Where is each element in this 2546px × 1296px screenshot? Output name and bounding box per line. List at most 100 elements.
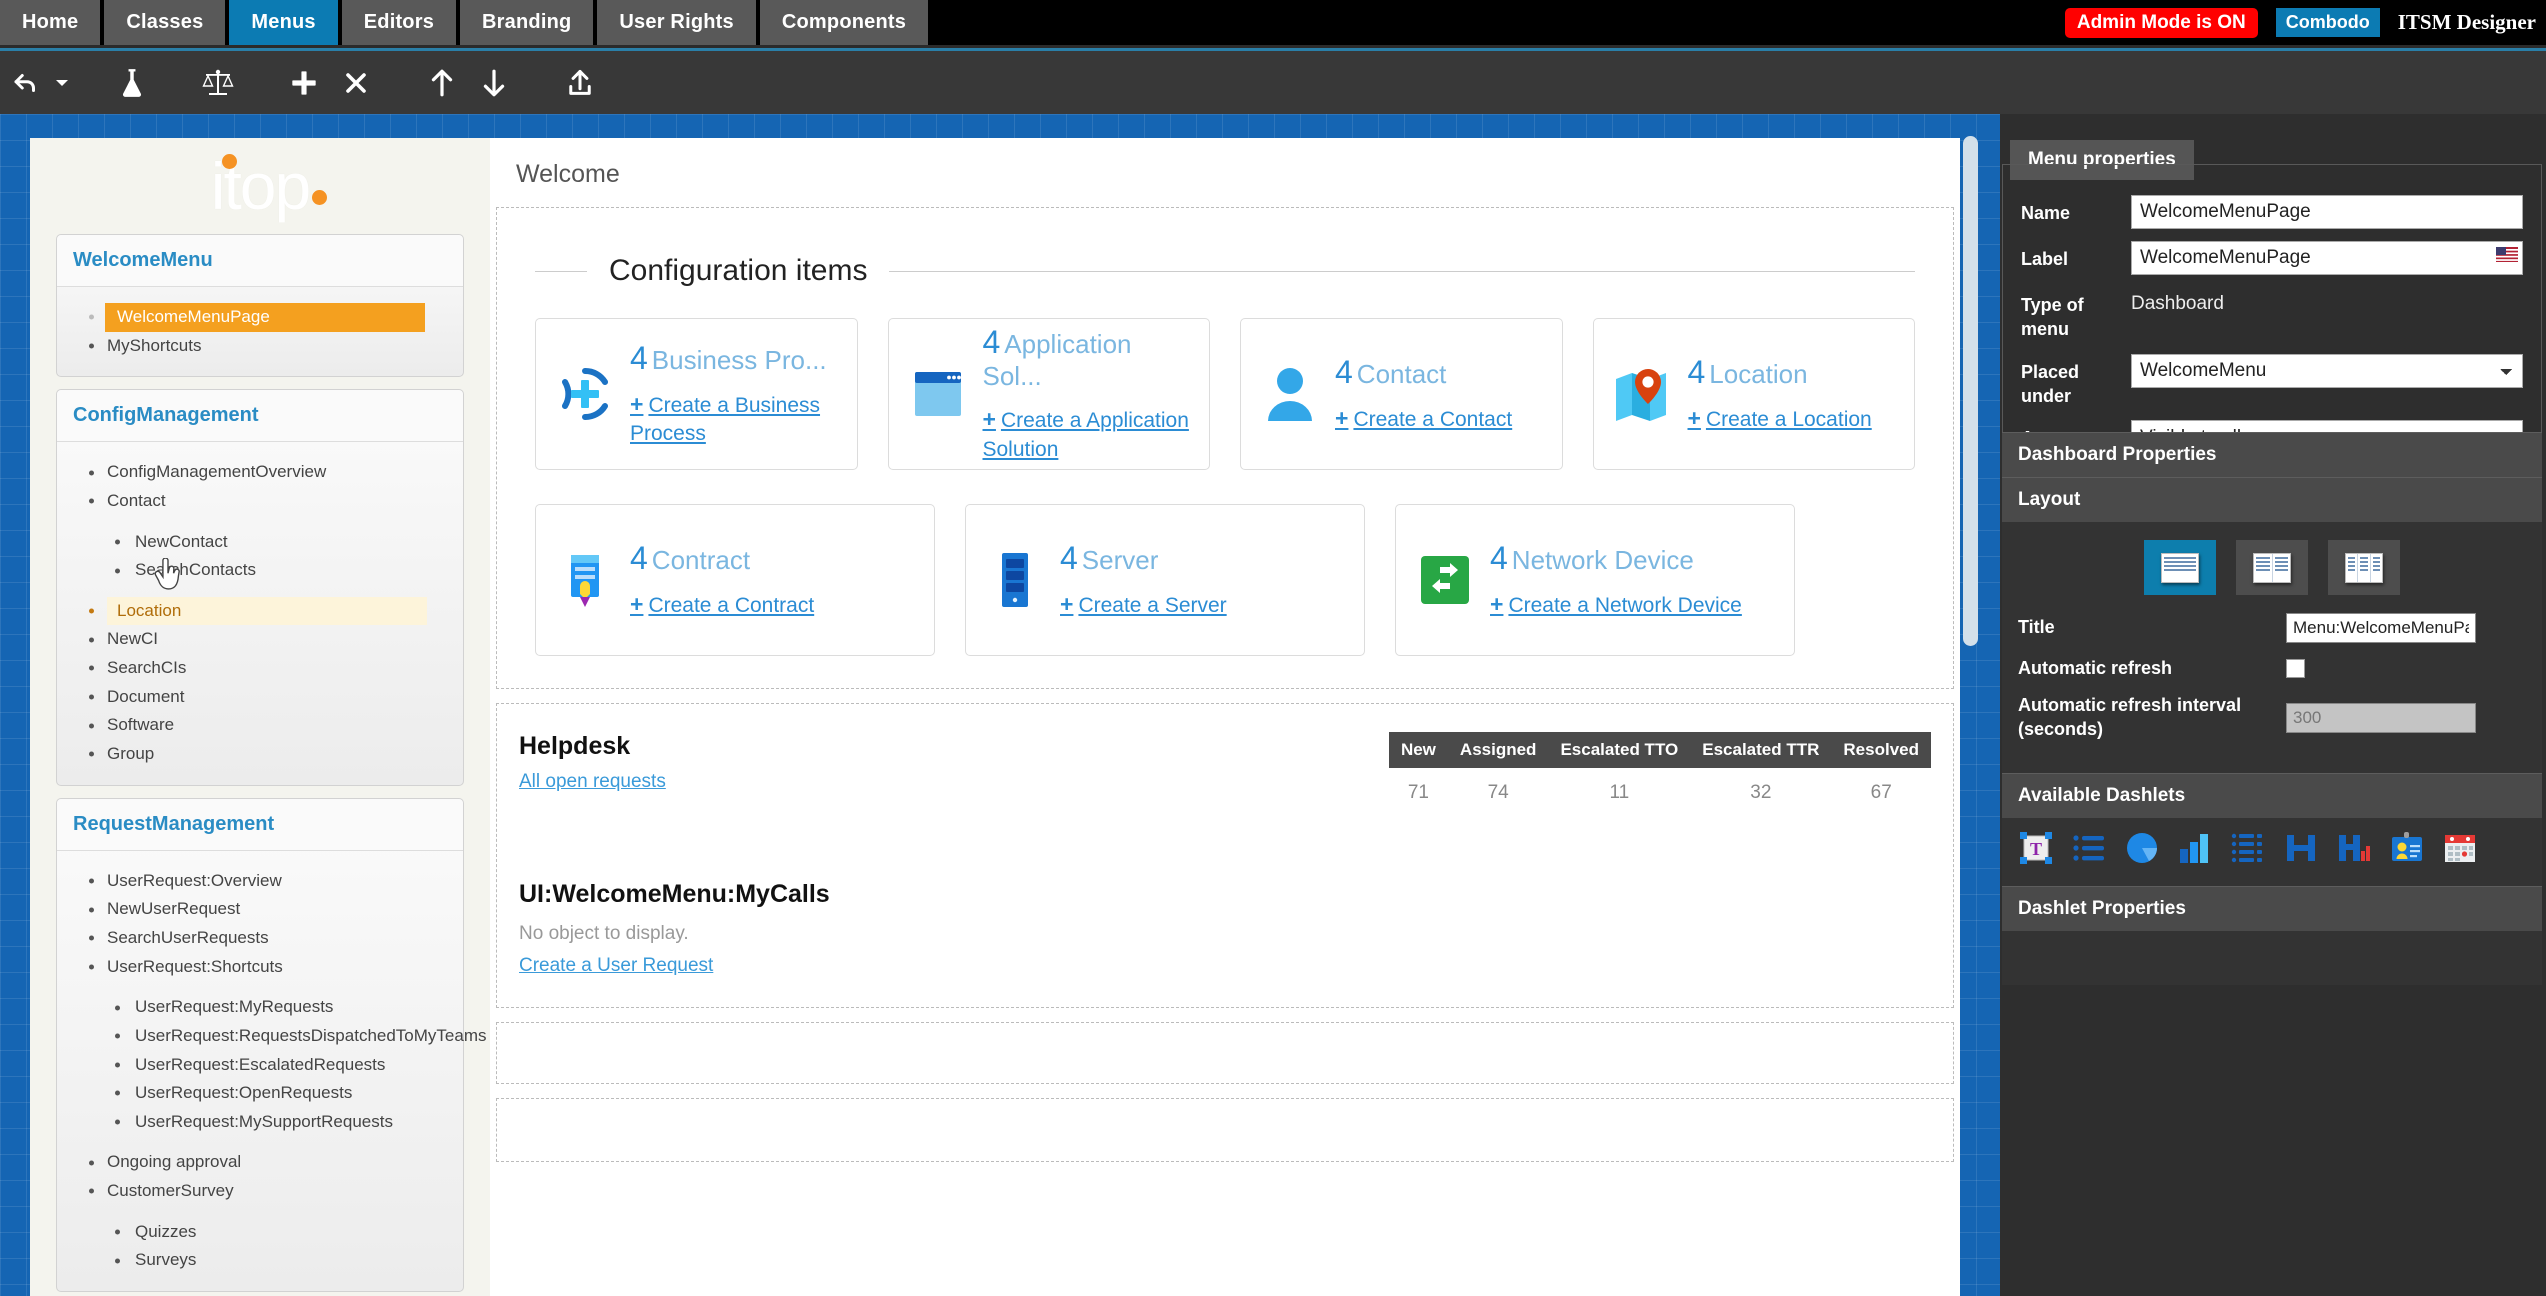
ci-card[interactable]: 4 Business Pro... + Create a Business Proce… — [535, 318, 858, 470]
menu-item-quizzes[interactable]: Quizzes — [57, 1218, 463, 1247]
ci-card[interactable]: 4 Contact + Create a Contact — [1240, 318, 1563, 470]
dashlet-pie-chart-icon[interactable] — [2124, 830, 2160, 866]
menu-group-title[interactable]: WelcomeMenu — [57, 235, 463, 287]
chevron-down-icon[interactable] — [52, 57, 72, 109]
arrow-up-icon[interactable] — [416, 57, 468, 109]
upload-icon[interactable] — [554, 57, 606, 109]
ci-create-link[interactable]: + Create a Server — [1060, 589, 1227, 620]
menu-item-document[interactable]: Document — [57, 683, 463, 712]
nav-tab-editors[interactable]: Editors — [341, 0, 457, 45]
dashlet-header-icon[interactable] — [2283, 830, 2319, 866]
table-cell[interactable]: 11 — [1548, 768, 1690, 818]
scrollbar-thumb[interactable] — [1963, 136, 1978, 646]
ci-create-link[interactable]: + Create a Contract — [630, 589, 814, 620]
table-header-row: New Assigned Escalated TTO Escalated TTR Res… — [1388, 732, 1931, 768]
menu-item-userrequest-myrequests[interactable]: UserRequest:MyRequests — [57, 993, 463, 1022]
all-open-requests-link[interactable]: All open requests — [519, 771, 666, 793]
table-cell[interactable]: 71 — [1389, 768, 1448, 818]
menu-item-software[interactable]: Software — [57, 711, 463, 740]
menu-item-location[interactable]: Location — [107, 596, 427, 626]
menu-item-searchcis[interactable]: SearchCIs — [57, 654, 463, 683]
table-header-cell[interactable]: Escalated TTO — [1548, 732, 1691, 768]
menu-group-title[interactable]: RequestManagement — [57, 798, 463, 851]
placed-under-select[interactable]: WelcomeMenu — [2131, 353, 2523, 388]
menu-item-newuserrequest[interactable]: NewUserRequest — [57, 895, 463, 924]
menu-item-newci[interactable]: NewCI — [57, 625, 463, 654]
table-header-cell[interactable]: Resolved — [1831, 732, 1931, 768]
dashlet-text-icon[interactable]: T — [2018, 830, 2054, 866]
ci-card[interactable]: 4 Server + Create a Server — [965, 504, 1365, 656]
dashlet-calendar-icon[interactable] — [2442, 830, 2478, 866]
scales-icon[interactable] — [192, 57, 244, 109]
table-header-cell[interactable]: Escalated TTR — [1690, 732, 1832, 768]
menu-item-userrequest-requestsdispatchedtomyteams[interactable]: UserRequest:RequestsDispatchedToMyTeams — [57, 1022, 487, 1051]
nav-tab-components[interactable]: Components — [759, 0, 929, 45]
nav-tab-classes[interactable]: Classes — [104, 0, 226, 45]
menu-item-searchcontacts[interactable]: SearchContacts — [57, 556, 463, 585]
menu-item-userrequest-escalatedrequests[interactable]: UserRequest:EscalatedRequests — [57, 1051, 463, 1080]
workspace-scrollbar[interactable] — [1962, 114, 1980, 1296]
menu-item-searchuserrequests[interactable]: SearchUserRequests — [57, 924, 463, 953]
table-cell[interactable]: 74 — [1448, 768, 1549, 818]
close-icon[interactable] — [330, 57, 382, 109]
layout-2-column-icon[interactable] — [2236, 540, 2308, 595]
available-dashlets-header[interactable]: Available Dashlets — [2002, 773, 2542, 819]
table-cell[interactable]: 32 — [1690, 768, 1831, 818]
layout-header[interactable]: Layout — [2002, 477, 2542, 522]
plus-icon[interactable] — [278, 57, 330, 109]
ci-create-link[interactable]: + Create a Location — [1688, 403, 1872, 434]
menu-group-title[interactable]: ConfigManagement — [57, 390, 463, 443]
dashlet-list-icon[interactable] — [2071, 830, 2107, 866]
nav-tab-home[interactable]: Home — [0, 0, 101, 45]
dashboard-properties-header[interactable]: Dashboard Properties — [2002, 432, 2542, 477]
menu-item-userrequest-shortcuts[interactable]: UserRequest:Shortcuts — [57, 953, 463, 982]
menu-item-group[interactable]: Group — [57, 740, 463, 769]
menu-item-welcomemenupage[interactable]: WelcomeMenuPage — [105, 303, 425, 332]
layout-3-column-icon[interactable] — [2328, 540, 2400, 595]
menu-item-contact[interactable]: Contact — [57, 487, 463, 516]
ci-create-link[interactable]: + Create a Application Solution — [983, 404, 1192, 464]
ci-card[interactable]: 4 Contract + Create a Contract — [535, 504, 935, 656]
automatic-refresh-checkbox[interactable] — [2286, 659, 2305, 679]
ci-create-link[interactable]: + Create a Network Device — [1490, 589, 1742, 620]
ci-create-link[interactable]: + Create a Business Process — [630, 389, 839, 449]
undo-icon[interactable] — [0, 57, 52, 109]
nav-tab-user-rights[interactable]: User Rights — [597, 0, 756, 45]
empty-dashlet-band-1[interactable] — [496, 1022, 1954, 1084]
ci-card[interactable]: 4 Location + Create a Location — [1592, 318, 1915, 470]
dashlet-badge-icon[interactable] — [2389, 830, 2425, 866]
name-input[interactable] — [2131, 195, 2523, 229]
dashlet-header-chart-icon[interactable] — [2336, 830, 2372, 866]
nav-tab-branding[interactable]: Branding — [460, 0, 594, 45]
ci-card[interactable]: 4 Network Device + Create a Network Device — [1395, 504, 1795, 656]
flask-icon[interactable] — [106, 57, 158, 109]
combodo-badge[interactable]: Combodo — [2275, 8, 2380, 37]
us-flag-icon[interactable] — [2496, 247, 2518, 262]
menu-item-surveys[interactable]: Surveys — [57, 1246, 463, 1275]
table-cell[interactable]: 67 — [1831, 768, 1931, 818]
menu-item-userrequest-mysupportrequests[interactable]: UserRequest:MySupportRequests — [57, 1108, 463, 1137]
nav-tab-menus[interactable]: Menus — [229, 0, 338, 45]
label-input[interactable] — [2131, 241, 2523, 275]
refresh-interval-input[interactable] — [2286, 702, 2476, 733]
menu-item-ongoing-approval[interactable]: Ongoing approval — [57, 1148, 463, 1177]
dashlet-grouped-list-icon[interactable] — [2230, 830, 2266, 866]
menu-item-configmanagementoverview[interactable]: ConfigManagementOverview — [57, 458, 463, 487]
dashboard-title-input[interactable] — [2286, 613, 2476, 643]
menu-item-userrequest-openrequests[interactable]: UserRequest:OpenRequests — [57, 1079, 463, 1108]
table-header-cell[interactable]: New — [1388, 732, 1448, 768]
table-header-cell[interactable]: Assigned — [1447, 732, 1549, 768]
ci-create-link[interactable]: + Create a Contact — [1335, 403, 1512, 434]
menu-item-userrequest-overview[interactable]: UserRequest:Overview — [57, 867, 463, 896]
dashlet-properties-header[interactable]: Dashlet Properties — [2002, 886, 2542, 932]
create-user-request-link[interactable]: Create a User Request — [519, 955, 1931, 977]
admin-mode-badge[interactable]: Admin Mode is ON — [2064, 7, 2258, 38]
layout-1-column-icon[interactable] — [2144, 540, 2216, 595]
menu-item-newcontact[interactable]: NewContact — [57, 528, 463, 557]
menu-item-customersurvey[interactable]: CustomerSurvey — [57, 1177, 463, 1206]
empty-dashlet-band-2[interactable] — [496, 1098, 1954, 1162]
dashlet-bar-chart-icon[interactable] — [2177, 830, 2213, 866]
menu-item-myshortcuts[interactable]: MyShortcuts — [57, 332, 463, 361]
arrow-down-icon[interactable] — [468, 57, 520, 109]
ci-card[interactable]: 4 Application Sol... + Create a Application… — [887, 318, 1210, 470]
